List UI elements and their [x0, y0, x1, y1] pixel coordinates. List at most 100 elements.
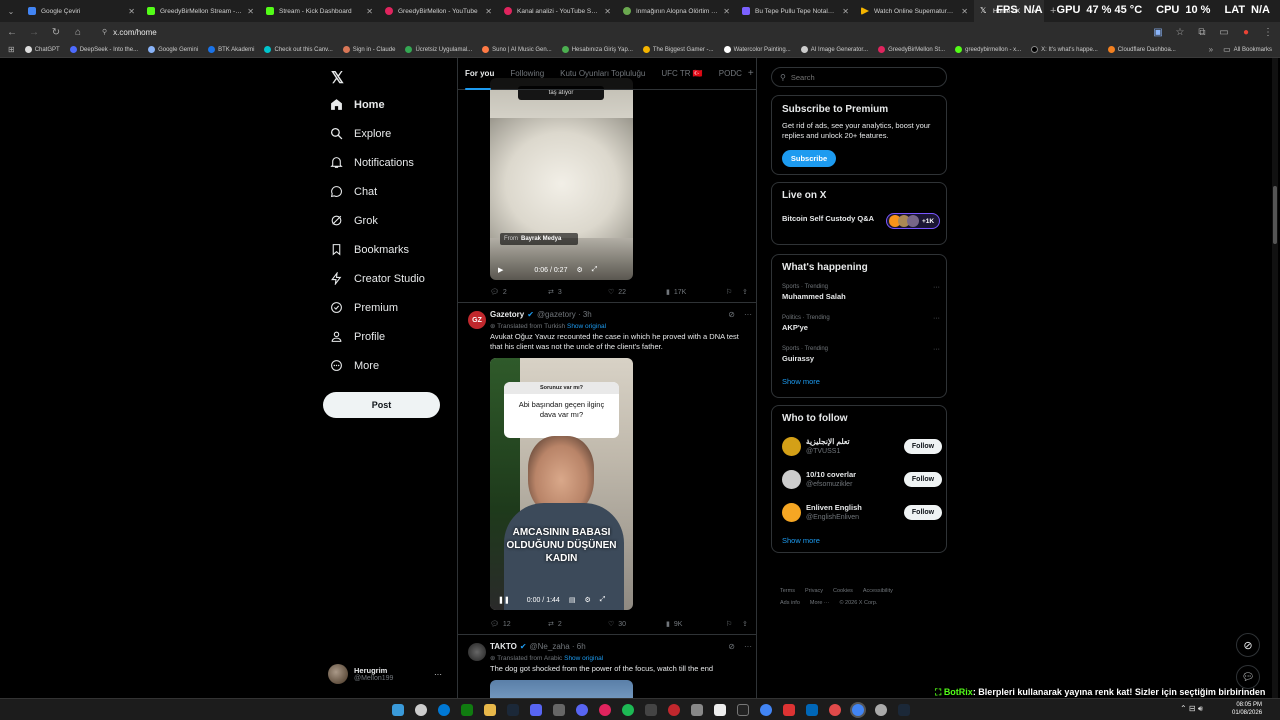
fullscreen-icon[interactable]: ⤢	[592, 266, 598, 274]
like-button[interactable]: ♡ 30	[608, 620, 626, 629]
clock[interactable]: 08:05 PM 01/08/2026	[1232, 701, 1262, 717]
bookmark-button[interactable]: ⚐	[726, 288, 732, 296]
tab-close-icon[interactable]: ✕	[842, 7, 849, 16]
trend-item[interactable]: Politics · Trending AKP'ye ···	[782, 315, 940, 332]
follow-suggestion[interactable]: تعلم الإنجليزية @TVUSS1 Follow	[782, 436, 942, 460]
pause-icon[interactable]: ❚❚	[498, 596, 510, 604]
footer-link[interactable]: More ···	[810, 597, 830, 609]
post-button[interactable]: Post	[323, 392, 440, 418]
bookmark-item[interactable]: Ücretsiz Uygulamal...	[405, 46, 472, 53]
bookmark-item[interactable]: Google Gemini	[148, 46, 198, 53]
bookmark-item[interactable]: greedybirmellon - x...	[955, 46, 1021, 53]
follow-button[interactable]: Follow	[904, 505, 942, 520]
obs-icon[interactable]	[737, 704, 749, 716]
tab-search-icon[interactable]: ⌄	[0, 0, 22, 22]
opera-icon[interactable]	[599, 704, 611, 716]
app-icon[interactable]	[645, 704, 657, 716]
scrollbar-track[interactable]	[1272, 58, 1278, 698]
footer-link[interactable]: Privacy	[805, 585, 823, 597]
avatar[interactable]: GZ	[468, 311, 486, 329]
nav-notifications[interactable]: Notifications	[330, 156, 414, 169]
follow-button[interactable]: Follow	[904, 472, 942, 487]
sidebar-icon[interactable]: ▭	[1218, 27, 1230, 38]
more-icon[interactable]: ···	[744, 310, 752, 319]
fullscreen-icon[interactable]: ⤢	[600, 596, 606, 604]
browser-tab[interactable]: Kanal analizi - YouTube Studio ✕	[498, 0, 617, 22]
views-button[interactable]: ▮ 9K	[666, 620, 682, 629]
avatar[interactable]	[468, 643, 486, 661]
footer-link[interactable]: Cookies	[833, 585, 853, 597]
tab-close-icon[interactable]: ✕	[247, 7, 254, 16]
bookmark-item[interactable]: Watercolor Painting...	[723, 46, 791, 53]
more-icon[interactable]: ···	[744, 642, 752, 651]
profile-avatar-icon[interactable]: ●	[1240, 27, 1252, 38]
browser-tab[interactable]: GreedyBirMellon Stream - Watc ✕	[141, 0, 260, 22]
captions-icon[interactable]: ▤	[569, 596, 576, 604]
tweet-author[interactable]: Gazetory	[490, 310, 524, 319]
settings-icon[interactable]: ⚙	[584, 596, 590, 604]
bookmark-item[interactable]: GreedyBirMellon St...	[878, 46, 945, 53]
show-more-link[interactable]: Show more	[782, 536, 820, 545]
more-icon[interactable]: ···	[933, 346, 940, 353]
footer-link[interactable]: Terms	[780, 585, 795, 597]
nav-chat[interactable]: Chat	[330, 185, 377, 198]
video-source-badge[interactable]: From Bayrak Medya	[500, 233, 578, 245]
nav-explore[interactable]: Explore	[330, 127, 391, 140]
tweet-video[interactable]: taş atıyor From Bayrak Medya ▶ 0:06 / 0:…	[490, 78, 633, 280]
tweet-handle[interactable]: @gazetory · 3h	[537, 310, 592, 319]
app-icon[interactable]	[553, 704, 565, 716]
bookmark-item[interactable]: BTK Akademi	[208, 46, 254, 53]
follow-suggestion[interactable]: 10/10 coverlar @efsomuzikler Follow	[782, 469, 942, 493]
repost-button[interactable]: ⇄ 2	[548, 620, 562, 629]
grok-icon[interactable]: ⊘	[728, 642, 735, 651]
grok-icon[interactable]: ⊘	[728, 310, 735, 319]
folder-icon[interactable]	[484, 704, 496, 716]
bookmark-item[interactable]: Cloudflare Dashboa...	[1107, 46, 1176, 53]
show-more-link[interactable]: Show more	[782, 377, 820, 386]
chrome-icon[interactable]	[760, 704, 772, 716]
steam-icon[interactable]	[507, 704, 519, 716]
follow-button[interactable]: Follow	[904, 439, 942, 454]
bookmark-item[interactable]: AI Image Generator...	[800, 46, 868, 53]
account-more-icon[interactable]: ···	[434, 670, 442, 679]
xbox-icon[interactable]	[461, 704, 473, 716]
steam-icon[interactable]	[898, 704, 910, 716]
more-icon[interactable]: ···	[933, 315, 940, 322]
add-tab-icon[interactable]: +	[748, 68, 754, 79]
browser-tab[interactable]: Watch Online Supernatural Sea ✕	[855, 0, 974, 22]
extensions-icon[interactable]: ⧉	[1196, 27, 1208, 38]
tab-community[interactable]: Kutu Oyunları Topluluğu	[560, 69, 645, 78]
trend-item[interactable]: Sports · Trending Muhammed Salah ···	[782, 284, 940, 301]
app-icon[interactable]	[691, 704, 703, 716]
discord-icon[interactable]	[576, 704, 588, 716]
nav-more[interactable]: More	[330, 359, 379, 372]
like-button[interactable]: ♡ 22	[608, 288, 626, 297]
nav-home[interactable]: Home	[330, 98, 385, 111]
tab-close-icon[interactable]: ✕	[723, 7, 730, 16]
settings-icon[interactable]: ⚙	[576, 266, 582, 274]
show-original-link[interactable]: Show original	[567, 323, 606, 330]
live-item[interactable]: Bitcoin Self Custody Q&A	[782, 214, 874, 223]
bookmark-button[interactable]: ⚐	[726, 620, 732, 628]
bookmark-item[interactable]: Suno | AI Music Gen...	[482, 46, 552, 53]
browser-tab[interactable]: Stream - Kick Dashboard ✕	[260, 0, 379, 22]
install-icon[interactable]: ▣	[1152, 27, 1164, 38]
edge-icon[interactable]	[438, 704, 450, 716]
bookmark-item[interactable]: ChatGPT	[24, 46, 60, 53]
scrollbar-thumb[interactable]	[1273, 186, 1277, 244]
tab-close-icon[interactable]: ✕	[961, 7, 968, 16]
bookmark-item[interactable]: Sign in - Claude	[342, 46, 395, 53]
nav-creator-studio[interactable]: Creator Studio	[330, 272, 425, 285]
bookmark-item[interactable]: Check out this Canv...	[264, 46, 333, 53]
nav-bookmarks[interactable]: Bookmarks	[330, 243, 409, 256]
chrome-active-icon[interactable]	[852, 704, 864, 716]
show-original-link[interactable]: Show original	[564, 655, 603, 662]
spotify-icon[interactable]	[622, 704, 634, 716]
forward-icon[interactable]: →	[28, 27, 40, 38]
live-participants[interactable]: +1K	[886, 213, 940, 229]
browser-tab[interactable]: GreedyBirMellon - YouTube ✕	[379, 0, 498, 22]
nav-profile[interactable]: Profile	[330, 330, 385, 343]
tab-close-icon[interactable]: ✕	[366, 7, 373, 16]
notepad-icon[interactable]	[714, 704, 726, 716]
reply-button[interactable]: 💬︎ 12	[490, 620, 511, 629]
